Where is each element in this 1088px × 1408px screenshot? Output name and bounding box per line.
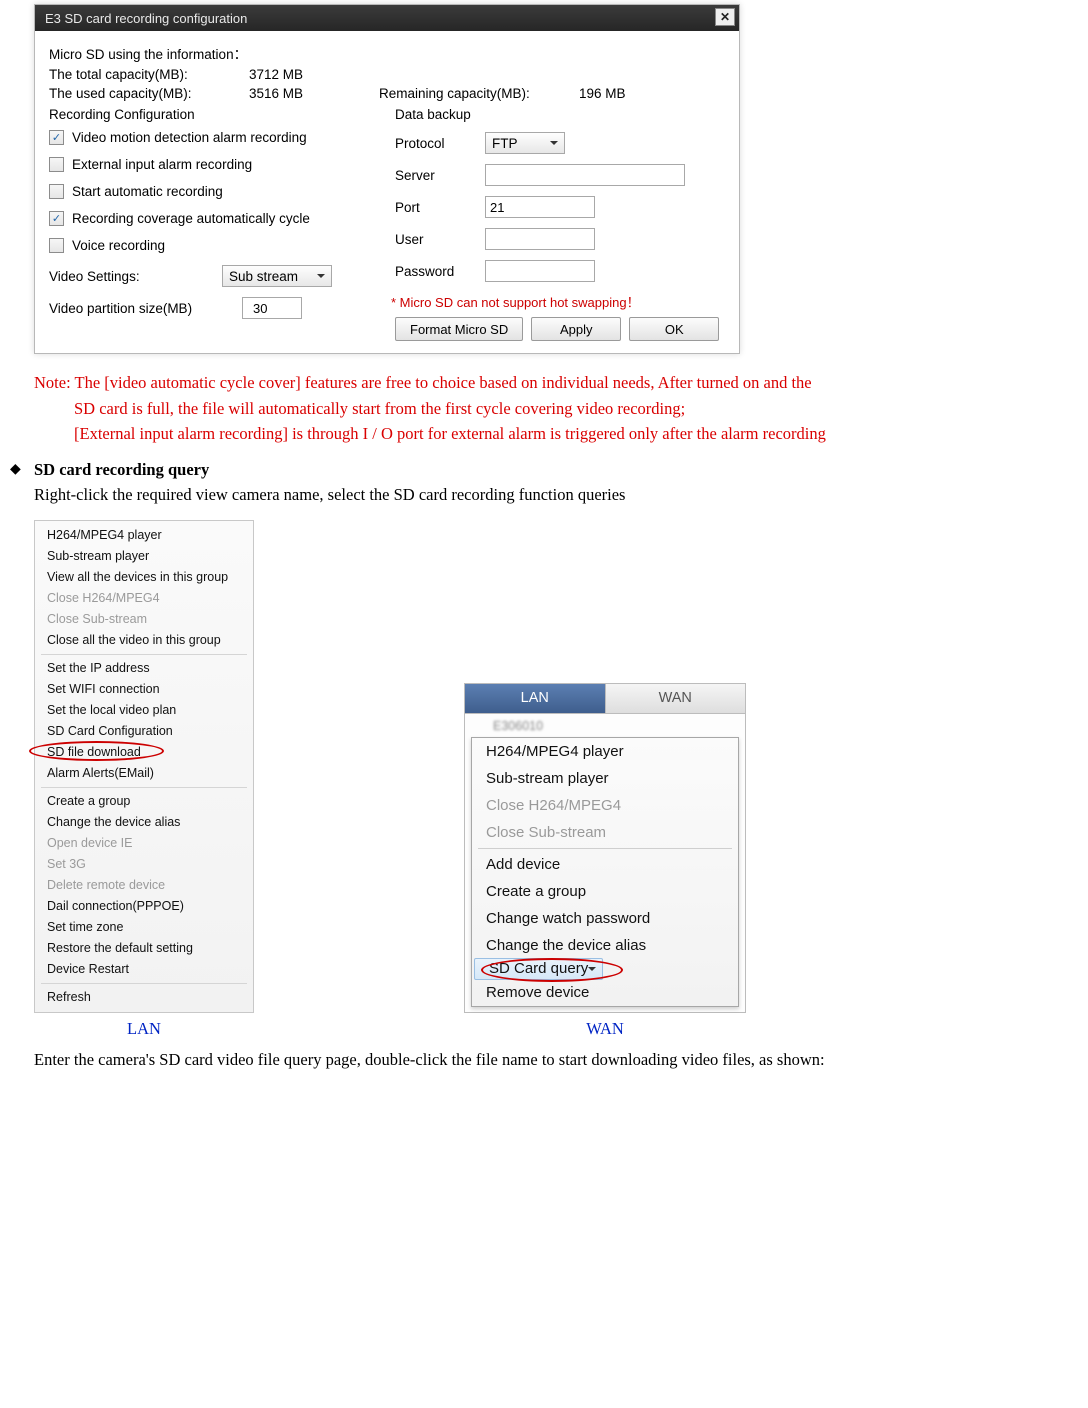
password-input[interactable]	[485, 260, 595, 282]
checkbox-label: Recording coverage automatically cycle	[72, 211, 310, 226]
video-settings-label: Video Settings:	[49, 269, 204, 284]
format-sd-button[interactable]: Format Micro SD	[395, 317, 523, 341]
recording-config-heading: Recording Configuration	[49, 107, 379, 122]
menu-separator	[478, 848, 732, 849]
data-backup-heading: Data backup	[395, 107, 725, 122]
menu-item: Open device IE	[35, 833, 253, 854]
checkbox-auto-recording[interactable]	[49, 184, 64, 199]
server-input[interactable]	[485, 164, 685, 186]
password-label: Password	[395, 264, 475, 279]
menu-item[interactable]: Set WIFI connection	[35, 679, 253, 700]
menu-item: Close Sub-stream	[472, 819, 738, 846]
menu-item[interactable]: H264/MPEG4 player	[35, 525, 253, 546]
section-body: Right-click the required view camera nam…	[34, 482, 1078, 508]
menu-item[interactable]: Create a group	[472, 878, 738, 905]
menu-item: Close H264/MPEG4	[35, 588, 253, 609]
note-text: Note: The [video automatic cycle cover] …	[34, 370, 1078, 508]
menu-item[interactable]: Set the local video plan	[35, 700, 253, 721]
menu-item[interactable]: Create a group	[35, 791, 253, 812]
checkbox-voice-recording[interactable]	[49, 238, 64, 253]
wan-context-menu: H264/MPEG4 playerSub-stream playerClose …	[471, 737, 739, 1007]
checkbox-label: Start automatic recording	[72, 184, 223, 199]
menu-item[interactable]: View all the devices in this group	[35, 567, 253, 588]
used-capacity-label: The used capacity(MB):	[49, 86, 249, 101]
server-label: Server	[395, 168, 475, 183]
menu-item[interactable]: Dail connection(PPPOE)	[35, 896, 253, 917]
menu-separator	[41, 654, 247, 655]
checkbox-external-input[interactable]	[49, 157, 64, 172]
user-input[interactable]	[485, 228, 595, 250]
hot-swap-warning: * Micro SD can not support hot swapping！	[391, 292, 725, 311]
checkbox-motion-detection[interactable]	[49, 130, 64, 145]
apply-button[interactable]: Apply	[531, 317, 621, 341]
checkbox-label: Voice recording	[72, 238, 165, 253]
menu-item: Close Sub-stream	[35, 609, 253, 630]
highlight-oval-icon	[29, 741, 164, 761]
used-capacity-value: 3516 MB	[249, 86, 379, 101]
section-heading: SD card recording query	[34, 460, 209, 479]
menu-item[interactable]: Close all the video in this group	[35, 630, 253, 651]
menu-item[interactable]: Alarm Alerts(EMail)	[35, 763, 253, 784]
bullet-diamond-icon: ◆	[10, 459, 21, 481]
sd-config-dialog: E3 SD card recording configuration ✕ Mic…	[34, 4, 740, 354]
menu-item[interactable]: Device Restart	[35, 959, 253, 980]
menu-item[interactable]: Remove device	[472, 979, 738, 1006]
protocol-value: FTP	[492, 136, 518, 151]
protocol-label: Protocol	[395, 136, 475, 151]
menu-item[interactable]: SD Card Configuration	[35, 721, 253, 742]
device-name[interactable]: E306010	[471, 719, 739, 735]
total-capacity-value: 3712 MB	[249, 67, 379, 82]
menu-item[interactable]: Change the device alias	[35, 812, 253, 833]
remaining-capacity-label: Remaining capacity(MB):	[379, 86, 579, 101]
menu-item[interactable]: Sub-stream player	[35, 546, 253, 567]
checkbox-label: Video motion detection alarm recording	[72, 130, 307, 145]
menu-item[interactable]: Set the IP address	[35, 658, 253, 679]
total-capacity-label: The total capacity(MB):	[49, 67, 249, 82]
port-label: Port	[395, 200, 475, 215]
menu-item[interactable]: Restore the default setting	[35, 938, 253, 959]
tab-wan[interactable]: WAN	[605, 684, 746, 714]
video-settings-value: Sub stream	[229, 269, 298, 284]
info-heading: Micro SD using the information：	[49, 43, 249, 63]
menu-item[interactable]: H264/MPEG4 player	[472, 738, 738, 765]
menu-item[interactable]: Add device	[472, 851, 738, 878]
note-line: Note: The [video automatic cycle cover] …	[34, 370, 1078, 396]
checkbox-label: External input alarm recording	[72, 157, 252, 172]
menu-item[interactable]: Set time zone	[35, 917, 253, 938]
menu-item[interactable]: Change watch password	[472, 905, 738, 932]
menu-item: Close H264/MPEG4	[472, 792, 738, 819]
video-settings-select[interactable]: Sub stream	[222, 265, 332, 287]
wan-label: WAN	[464, 1019, 746, 1039]
note-line: [External input alarm recording] is thro…	[34, 421, 1078, 447]
user-label: User	[395, 232, 475, 247]
menu-separator	[41, 983, 247, 984]
menu-item[interactable]: Sub-stream player	[472, 765, 738, 792]
highlight-oval-icon	[481, 958, 623, 982]
protocol-select[interactable]: FTP	[485, 132, 565, 154]
dialog-titlebar: E3 SD card recording configuration ✕	[35, 5, 739, 31]
menu-separator	[41, 787, 247, 788]
menu-item: Delete remote device	[35, 875, 253, 896]
partition-size-input[interactable]	[242, 297, 302, 319]
tail-text: Enter the camera's SD card video file qu…	[34, 1047, 1078, 1073]
menu-item[interactable]: Change the device alias	[472, 932, 738, 959]
menu-item[interactable]: SD Card query	[474, 958, 603, 980]
dialog-title: E3 SD card recording configuration	[45, 11, 247, 26]
wan-panel: LAN WAN E306010 H264/MPEG4 playerSub-str…	[464, 683, 746, 1013]
port-input[interactable]	[485, 196, 595, 218]
lan-label: LAN	[34, 1019, 254, 1039]
note-line: SD card is full, the file will automatic…	[34, 396, 1078, 422]
menu-item: Set 3G	[35, 854, 253, 875]
menu-item[interactable]: Refresh	[35, 987, 253, 1008]
menu-item[interactable]: SD file download	[35, 742, 253, 763]
lan-context-menu: H264/MPEG4 playerSub-stream playerView a…	[34, 520, 254, 1013]
tab-lan[interactable]: LAN	[465, 684, 605, 714]
partition-size-label: Video partition size(MB)	[49, 301, 224, 316]
remaining-capacity-value: 196 MB	[579, 86, 626, 101]
checkbox-coverage-cycle[interactable]	[49, 211, 64, 226]
close-icon[interactable]: ✕	[715, 8, 735, 26]
ok-button[interactable]: OK	[629, 317, 719, 341]
